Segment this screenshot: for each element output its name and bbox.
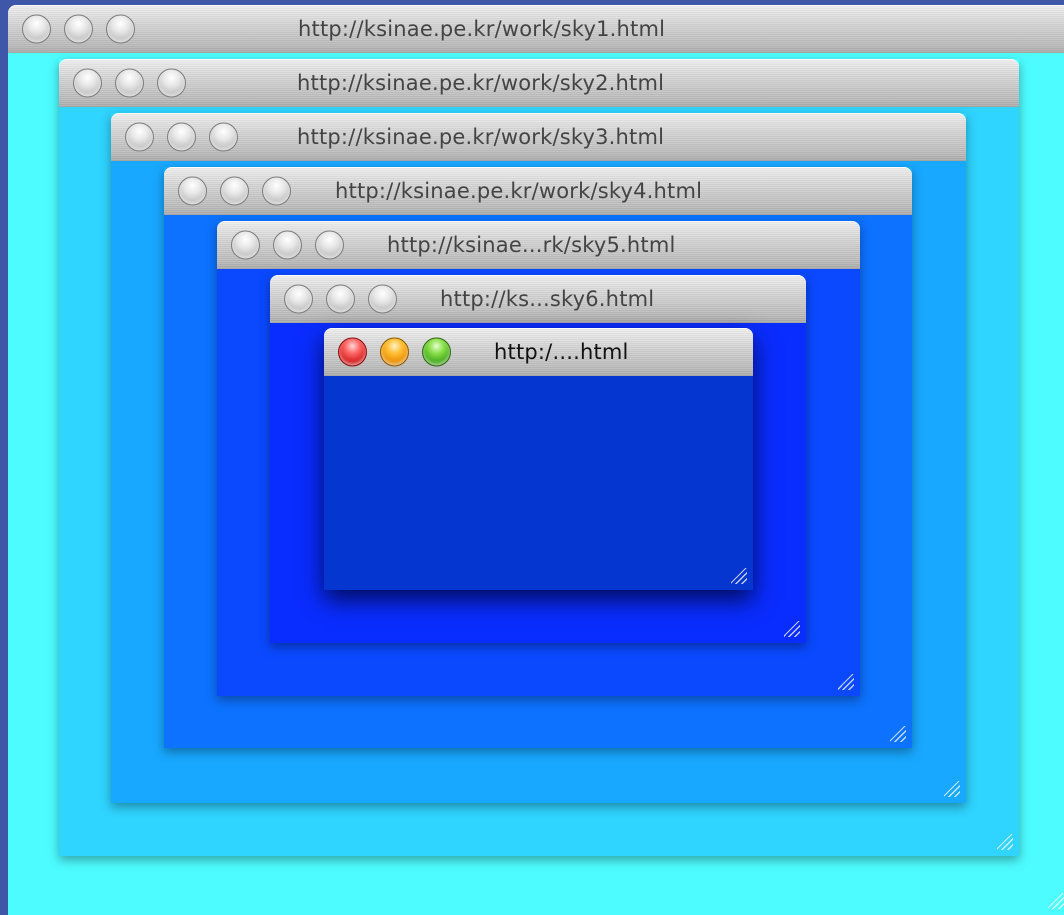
window-controls — [73, 68, 186, 98]
window-controls — [125, 122, 238, 152]
titlebar-sky2[interactable]: http://ksinae.pe.kr/work/sky2.html — [59, 59, 1019, 108]
titlebar-sky6[interactable]: http://ks...sky6.html — [270, 275, 806, 324]
close-button[interactable] — [73, 68, 102, 98]
resize-handle-icon[interactable] — [731, 568, 747, 584]
window-controls — [284, 284, 397, 314]
titlebar-sky4[interactable]: http://ksinae.pe.kr/work/sky4.html — [164, 167, 912, 216]
close-button[interactable] — [231, 230, 260, 260]
zoom-button[interactable] — [262, 176, 291, 206]
titlebar-sky7[interactable]: http:/....html — [324, 328, 753, 377]
close-button[interactable] — [125, 122, 154, 152]
window-sky7: http:/....html — [324, 328, 753, 590]
close-button[interactable] — [338, 337, 367, 367]
zoom-button[interactable] — [157, 68, 186, 98]
resize-handle-icon[interactable] — [784, 621, 800, 637]
minimize-button[interactable] — [64, 14, 93, 44]
window-title: http://ksinae.pe.kr/work/sky3.html — [297, 125, 665, 149]
window-controls — [22, 14, 135, 44]
resize-handle-icon[interactable] — [944, 781, 960, 797]
minimize-button[interactable] — [167, 122, 196, 152]
resize-handle-icon[interactable] — [890, 726, 906, 742]
window-title: http://ksinae.pe.kr/work/sky2.html — [297, 71, 665, 95]
resize-handle-icon[interactable] — [838, 674, 854, 690]
minimize-button[interactable] — [220, 176, 249, 206]
window-controls — [178, 176, 291, 206]
zoom-button[interactable] — [422, 337, 451, 367]
zoom-button[interactable] — [368, 284, 397, 314]
titlebar-sky1[interactable]: http://ksinae.pe.kr/work/sky1.html — [8, 5, 1064, 54]
minimize-button[interactable] — [326, 284, 355, 314]
resize-handle-icon[interactable] — [997, 834, 1013, 850]
zoom-button[interactable] — [106, 14, 135, 44]
minimize-button[interactable] — [115, 68, 144, 98]
window-title: http://ksinae.pe.kr/work/sky1.html — [298, 17, 666, 41]
close-button[interactable] — [284, 284, 313, 314]
minimize-button[interactable] — [380, 337, 409, 367]
close-button[interactable] — [178, 176, 207, 206]
titlebar-sky3[interactable]: http://ksinae.pe.kr/work/sky3.html — [111, 113, 966, 162]
minimize-button[interactable] — [273, 230, 302, 260]
window-title: http:/....html — [494, 340, 629, 364]
window-title: http://ksinae.pe.kr/work/sky4.html — [335, 179, 703, 203]
window-title: http://ksinae...rk/sky5.html — [387, 233, 676, 257]
window-controls — [338, 337, 451, 367]
close-button[interactable] — [22, 14, 51, 44]
titlebar-sky5[interactable]: http://ksinae...rk/sky5.html — [217, 221, 860, 270]
zoom-button[interactable] — [209, 122, 238, 152]
window-title: http://ks...sky6.html — [440, 287, 655, 311]
zoom-button[interactable] — [315, 230, 344, 260]
window-controls — [231, 230, 344, 260]
window-content — [324, 376, 753, 590]
resize-handle-icon[interactable] — [1048, 893, 1064, 909]
